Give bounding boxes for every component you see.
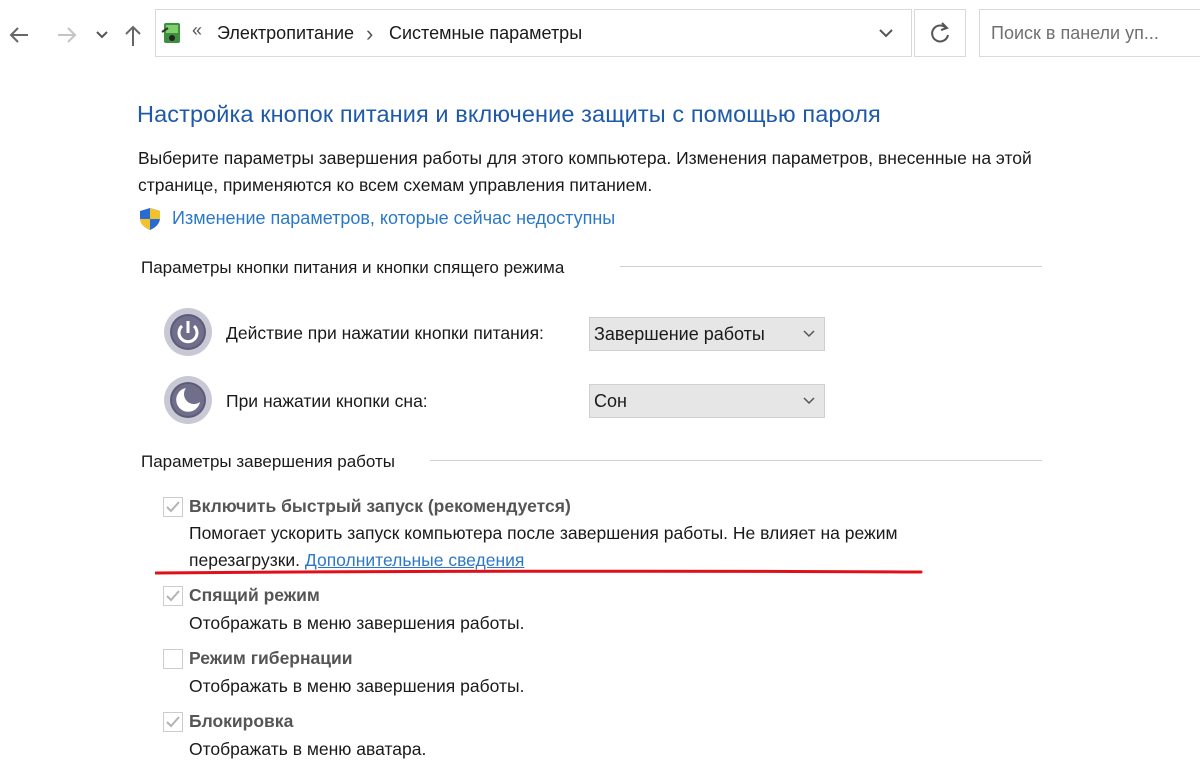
fast-startup-description: Помогает ускорить запуск компьютера посл… — [189, 523, 898, 543]
fast-startup-title: Включить быстрый запуск (рекомендуется) — [189, 496, 571, 516]
hibernate-option-description: Отображать в меню завершения работы. — [189, 676, 525, 696]
address-dropdown-button[interactable] — [868, 9, 912, 57]
sleep-button-action-select[interactable]: Сон — [589, 384, 825, 418]
hibernate-option-title: Режим гибернации — [189, 648, 353, 668]
section-divider — [430, 460, 1042, 461]
refresh-button[interactable] — [914, 9, 966, 57]
checkmark-icon — [166, 501, 180, 513]
fast-startup-description-end: перезагрузки. — [189, 550, 301, 570]
uac-shield-icon — [138, 207, 162, 231]
chevron-down-icon — [96, 31, 108, 39]
sleep-button-action-label: При нажатии кнопки сна: — [226, 391, 428, 411]
sleep-button-icon — [162, 374, 214, 426]
refresh-icon — [931, 22, 949, 43]
back-button[interactable] — [6, 20, 36, 50]
lock-checkbox[interactable] — [163, 712, 183, 732]
more-info-link[interactable]: Дополнительные сведения — [305, 550, 524, 570]
chevron-down-icon — [879, 29, 893, 38]
arrow-right-icon — [58, 27, 77, 43]
section-divider — [620, 266, 1042, 267]
fast-startup-checkbox[interactable] — [163, 497, 183, 517]
up-button[interactable] — [120, 20, 150, 50]
page-description: Выберите параметры завершения работы для… — [138, 148, 1032, 195]
power-button-action-value: Завершение работы — [594, 324, 765, 344]
chevron-down-icon — [803, 330, 815, 338]
red-annotation-underline — [155, 569, 923, 575]
sleep-checkbox[interactable] — [163, 586, 183, 606]
power-button-action-select[interactable]: Завершение работы — [589, 317, 825, 351]
recent-locations-button[interactable] — [92, 20, 114, 50]
page-title: Настройка кнопок питания и включение защ… — [137, 101, 881, 127]
sleep-option-description: Отображать в меню завершения работы. — [189, 613, 525, 633]
shutdown-settings-section-label: Параметры завершения работы — [141, 452, 405, 472]
breadcrumb-separator: › — [366, 21, 374, 46]
search-input[interactable]: Поиск в панели уп... — [979, 9, 1200, 57]
arrow-left-icon — [9, 27, 28, 43]
power-button-action-label: Действие при нажатии кнопки питания: — [226, 323, 544, 343]
breadcrumb-system-settings[interactable]: Системные параметры — [389, 23, 582, 44]
lock-option-description: Отображать в меню аватара. — [189, 739, 427, 759]
control-panel-icon — [160, 20, 184, 46]
power-buttons-section-label: Параметры кнопки питания и кнопки спящег… — [141, 258, 575, 278]
chevron-down-icon — [803, 397, 815, 405]
lock-option-title: Блокировка — [189, 711, 294, 731]
change-unavailable-settings-link[interactable]: Изменение параметров, которые сейчас нед… — [172, 208, 615, 229]
checkmark-icon — [166, 590, 180, 602]
sleep-button-action-value: Сон — [594, 391, 627, 411]
power-button-icon — [162, 306, 214, 358]
forward-button[interactable] — [54, 20, 84, 50]
checkmark-icon — [166, 716, 180, 728]
hibernate-checkbox[interactable] — [163, 649, 183, 669]
sleep-option-title: Спящий режим — [189, 585, 320, 605]
arrow-up-icon — [125, 25, 141, 46]
breadcrumb-overflow[interactable]: « — [192, 20, 202, 41]
breadcrumb-power-options[interactable]: Электропитание — [217, 23, 354, 44]
